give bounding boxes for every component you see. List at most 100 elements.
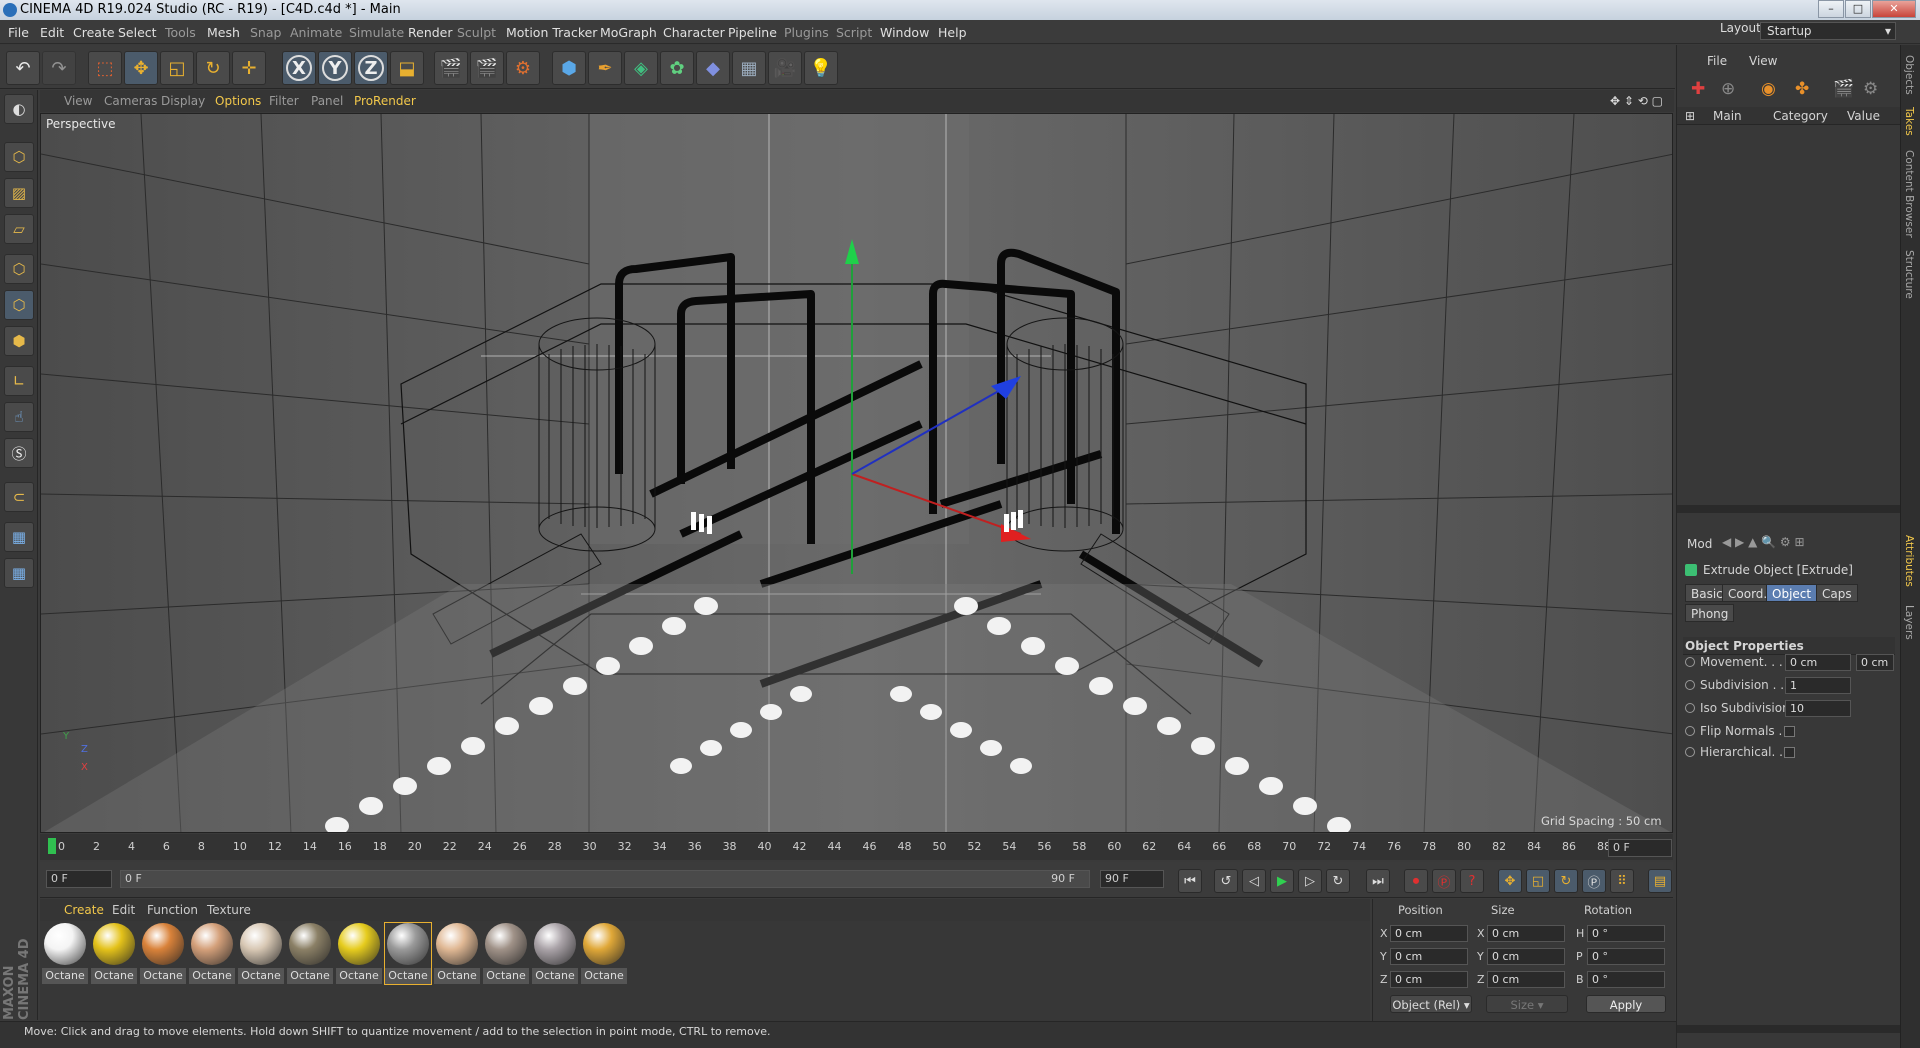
menu-create[interactable]: Create [73, 25, 115, 40]
tab-layers[interactable]: Layers [1903, 605, 1915, 640]
cube-object-button[interactable]: ⬢ [552, 51, 586, 85]
camera-object-button[interactable]: 🎥 [768, 51, 802, 85]
model-mode-button[interactable]: ⬡ [4, 142, 34, 172]
keyframe-selection-button[interactable]: ? [1460, 869, 1484, 893]
animate-dot-icon[interactable] [1685, 680, 1695, 690]
close-button[interactable]: ✕ [1872, 0, 1916, 18]
deformer-button[interactable]: ◆ [696, 51, 730, 85]
enable-axis-button[interactable]: ∟ [4, 366, 34, 396]
material-item[interactable]: Octane [434, 923, 480, 984]
autokey-button[interactable]: Ⓟ [1432, 869, 1456, 893]
scale-tool-button[interactable]: ◱ [160, 51, 194, 85]
menu-help[interactable]: Help [938, 25, 967, 40]
tab-takes[interactable]: Takes [1903, 107, 1915, 136]
take-new-icon[interactable]: ✚ [1691, 79, 1705, 99]
property-checkbox[interactable] [1784, 747, 1795, 758]
material-item[interactable]: Octane [581, 923, 627, 984]
menu-sculpt[interactable]: Sculpt [457, 25, 496, 40]
menu-character[interactable]: Character [663, 25, 725, 40]
coord-rotation-field[interactable]: 0 ° [1587, 948, 1665, 965]
rotate-tool-button[interactable]: ↻ [196, 51, 230, 85]
menu-motion-tracker[interactable]: Motion Tracker [506, 25, 597, 40]
tab-attributes[interactable]: Attributes [1903, 535, 1915, 587]
layout-select[interactable]: Startup ▾ [1760, 22, 1896, 40]
menu-edit[interactable]: Edit [40, 25, 64, 40]
go-to-end-button[interactable]: ⏭ [1366, 869, 1390, 893]
recent-tool-button[interactable]: ✛ [232, 51, 266, 85]
viewport-menu-view[interactable]: View [64, 94, 92, 108]
planar-workplane-button[interactable]: ▦ [4, 558, 34, 588]
key-rotation-button[interactable]: ↻ [1554, 869, 1578, 893]
takes-scrollbar[interactable] [1677, 505, 1901, 513]
coord-size-mode-select[interactable]: Size ▾ [1486, 995, 1568, 1013]
record-button[interactable]: ⏺ [1404, 869, 1428, 893]
menu-pipeline[interactable]: Pipeline [728, 25, 777, 40]
material-item[interactable]: Octane [189, 923, 235, 984]
viewport-menu-filter[interactable]: Filter [269, 94, 299, 108]
take-clone-icon[interactable]: ⊕ [1721, 79, 1735, 99]
material-item[interactable]: Octane [287, 923, 333, 984]
property-field[interactable]: 0 cm [1785, 654, 1851, 671]
tweak-mode-button[interactable]: ☝ [4, 402, 34, 432]
coord-position-field[interactable]: 0 cm [1390, 925, 1468, 942]
tab-object[interactable]: Object [1766, 584, 1818, 602]
animate-dot-icon[interactable] [1685, 747, 1695, 757]
material-menu-texture[interactable]: Texture [207, 903, 251, 917]
material-item[interactable]: Octane [238, 923, 284, 984]
tab-phong[interactable]: Phong [1685, 604, 1735, 622]
previous-key-button[interactable]: ↺ [1214, 869, 1238, 893]
points-mode-button[interactable]: ⬡ [4, 254, 34, 284]
render-picture-viewer-button[interactable]: 🎬 [470, 51, 504, 85]
coord-position-field[interactable]: 0 cm [1390, 971, 1468, 988]
attributes-scrollbar[interactable] [1677, 1025, 1901, 1033]
material-item[interactable]: Octane [384, 922, 432, 985]
viewport-menu-cameras[interactable]: Cameras [104, 94, 157, 108]
frame-range-slider[interactable]: 0 F 90 F [120, 870, 1090, 888]
menu-tools[interactable]: Tools [165, 25, 196, 40]
property-field[interactable]: 10 [1785, 700, 1851, 717]
play-button[interactable]: ▶ [1270, 869, 1294, 893]
workplane-mode-button[interactable]: ▱ [4, 214, 34, 244]
attributes-nav-icons[interactable]: ◀ ▶ ▲ 🔍 ⚙ ⊞ [1722, 535, 1805, 549]
menu-render[interactable]: Render [408, 25, 453, 40]
property-field-2[interactable]: 0 cm [1856, 654, 1894, 671]
menu-animate[interactable]: Animate [290, 25, 342, 40]
material-item[interactable]: Octane [483, 923, 529, 984]
x-axis-lock-button[interactable]: X [282, 51, 316, 85]
tab-content-browser[interactable]: Content Browser [1903, 150, 1915, 238]
undo-button[interactable]: ↶ [6, 51, 40, 85]
snapping-button[interactable]: ⊂ [4, 482, 34, 512]
workplane-lock-button[interactable]: ▦ [4, 522, 34, 552]
render-settings-button[interactable]: ⚙ [506, 51, 540, 85]
coordinate-system-button[interactable]: ⬓ [390, 51, 424, 85]
coord-size-field[interactable]: 0 cm [1487, 948, 1565, 965]
viewport-menu-prorender[interactable]: ProRender [354, 94, 416, 108]
previous-frame-button[interactable]: ◁ [1242, 869, 1266, 893]
viewport-menu-display[interactable]: Display [161, 94, 205, 108]
coord-rotation-field[interactable]: 0 ° [1587, 971, 1665, 988]
y-axis-lock-button[interactable]: Y [318, 51, 352, 85]
next-frame-button[interactable]: ▷ [1298, 869, 1322, 893]
start-frame-field[interactable]: 0 F [46, 870, 112, 888]
apply-button[interactable]: Apply [1586, 995, 1666, 1013]
coord-size-field[interactable]: 0 cm [1487, 925, 1565, 942]
key-scale-button[interactable]: ◱ [1526, 869, 1550, 893]
make-editable-button[interactable]: ◐ [4, 94, 34, 124]
floor-object-button[interactable]: ▦ [732, 51, 766, 85]
material-menu-create[interactable]: Create [64, 903, 104, 917]
light-object-button[interactable]: 💡 [804, 51, 838, 85]
key-pla-button[interactable]: ⠿ [1610, 869, 1634, 893]
edges-mode-button[interactable]: ⬡ [4, 290, 34, 320]
menu-mesh[interactable]: Mesh [207, 25, 240, 40]
coord-position-field[interactable]: 0 cm [1390, 948, 1468, 965]
menu-window[interactable]: Window [880, 25, 929, 40]
move-tool-button[interactable]: ✥ [124, 51, 158, 85]
live-selection-button[interactable]: ⬚ [88, 51, 122, 85]
minimize-button[interactable]: – [1818, 0, 1844, 18]
viewport-menu-options[interactable]: Options [215, 94, 261, 108]
takes-expand-icon[interactable]: ⊞ [1685, 109, 1695, 123]
material-item[interactable]: Octane [42, 923, 88, 984]
animate-dot-icon[interactable] [1685, 726, 1695, 736]
timeline-ruler[interactable]: 0 2 4 6 8 10 12 14 16 18 20 22 24 26 28 30 32 34 36 38 40 42 4… [40, 834, 1673, 860]
tab-structure[interactable]: Structure [1903, 250, 1915, 299]
